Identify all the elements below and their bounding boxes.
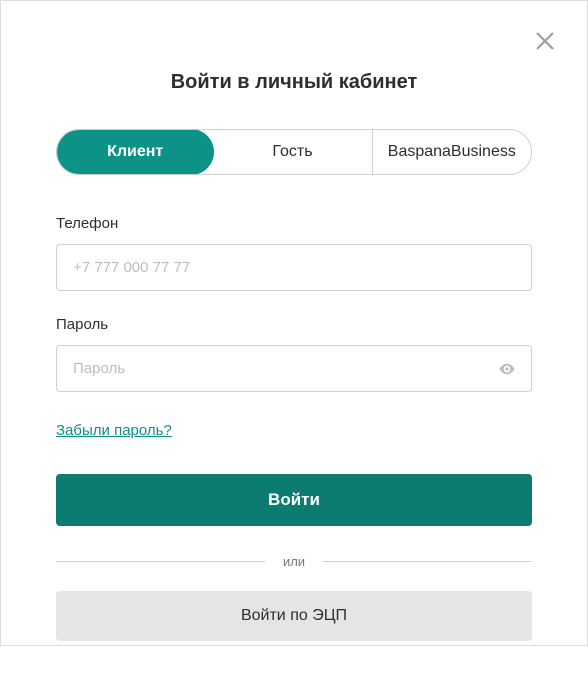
role-tabs: Клиент Гость BaspanaBusiness [56,129,532,175]
ecp-login-button[interactable]: Войти по ЭЦП [56,591,532,641]
login-button[interactable]: Войти [56,474,532,526]
password-visibility-icon[interactable] [498,360,516,378]
close-icon[interactable] [533,29,557,53]
divider: или [56,554,532,569]
phone-field-group: Телефон [56,215,532,291]
tab-guest[interactable]: Гость [213,130,371,174]
forgot-password-link[interactable]: Забыли пароль? [56,422,172,439]
divider-line-left [56,561,265,562]
phone-label: Телефон [56,215,532,232]
divider-line-right [323,561,532,562]
login-modal: Войти в личный кабинет Клиент Гость Basp… [1,1,587,681]
password-label: Пароль [56,316,532,333]
password-input[interactable] [56,345,532,392]
divider-text: или [265,554,323,569]
password-field-group: Пароль [56,316,532,392]
phone-input[interactable] [56,244,532,291]
tab-client[interactable]: Клиент [56,129,214,175]
tab-business[interactable]: BaspanaBusiness [372,130,531,174]
page-title: Войти в личный кабинет [56,71,532,94]
